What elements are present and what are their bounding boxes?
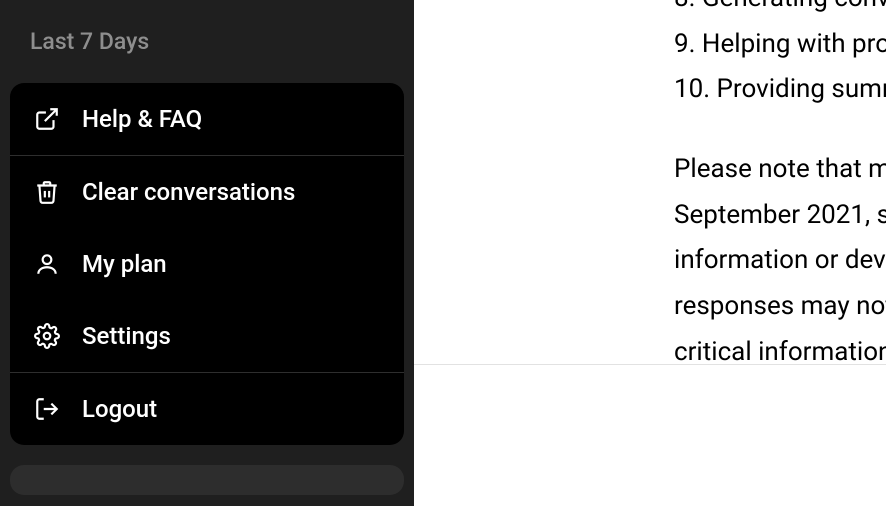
sidebar-item-label: Help & FAQ (82, 105, 202, 133)
sidebar-bottom-card[interactable] (10, 465, 404, 495)
sidebar-item-my-plan[interactable]: My plan (10, 228, 404, 300)
assistant-message: 8. Generating conve 9. Helping with prog… (414, 0, 886, 380)
logout-icon (34, 396, 60, 422)
trash-icon (34, 179, 60, 205)
paragraph-line: Please note that my (674, 151, 886, 189)
sidebar-item-label: Logout (82, 395, 157, 423)
sidebar-item-label: Settings (82, 322, 171, 350)
divider (414, 364, 886, 365)
paragraph-line: September 2021, so (674, 197, 886, 235)
user-icon (34, 251, 60, 277)
sidebar-menu: Help & FAQ Clear conversations My plan S… (10, 83, 404, 445)
gear-icon (34, 323, 60, 349)
sidebar-section-header: Last 7 Days (10, 10, 404, 83)
main-content: 8. Generating conve 9. Helping with prog… (414, 0, 886, 506)
paragraph-line: responses may not (674, 288, 886, 326)
list-item-8: 8. Generating conve (674, 0, 886, 18)
list-item-9: 9. Helping with prog (674, 26, 886, 64)
sidebar-item-logout[interactable]: Logout (10, 373, 404, 445)
sidebar-item-label: Clear conversations (82, 178, 295, 206)
sidebar-item-label: My plan (82, 250, 167, 278)
sidebar-item-help-faq[interactable]: Help & FAQ (10, 83, 404, 155)
list-item-10: 10. Providing summ (674, 71, 886, 109)
external-link-icon (34, 106, 60, 132)
paragraph-line: critical information (674, 334, 886, 372)
sidebar: Last 7 Days Help & FAQ Clear conversatio… (0, 0, 414, 506)
sidebar-item-clear-conversations[interactable]: Clear conversations (10, 156, 404, 228)
sidebar-item-settings[interactable]: Settings (10, 300, 404, 372)
paragraph-line: information or deve (674, 242, 886, 280)
